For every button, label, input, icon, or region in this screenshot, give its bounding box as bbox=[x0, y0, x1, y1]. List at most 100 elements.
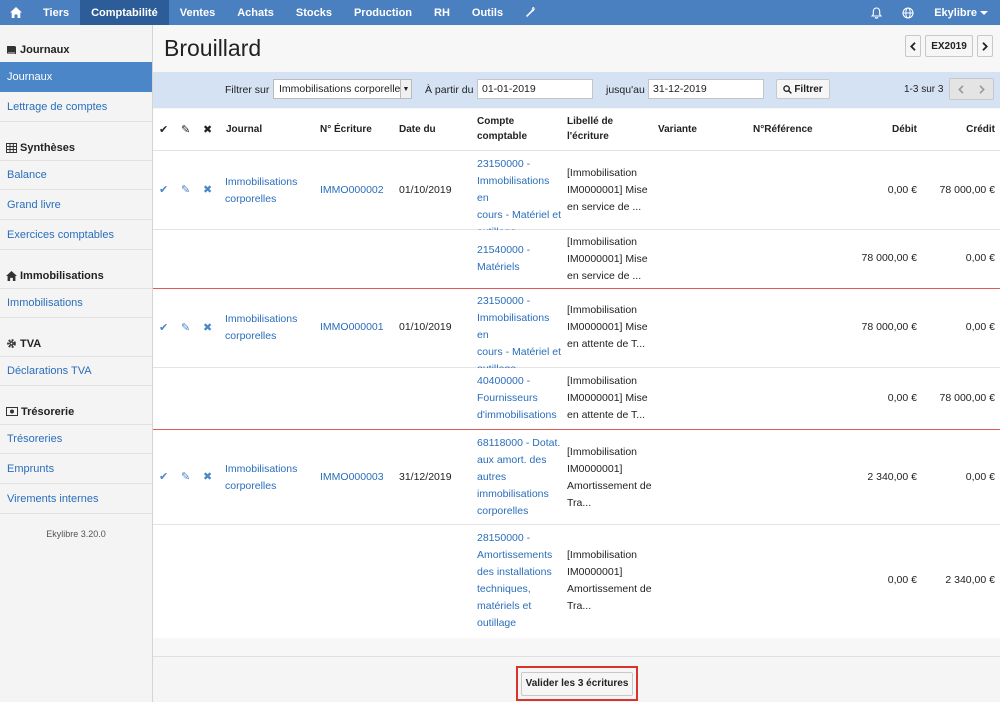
credit-value: 78 000,00 € bbox=[939, 184, 995, 196]
filter-label: Filtrer sur bbox=[225, 84, 270, 96]
col-compte: Compte comptable bbox=[477, 116, 528, 142]
sidebar-item-virements[interactable]: Virements internes bbox=[0, 484, 152, 514]
wrench-icon bbox=[526, 7, 536, 17]
home-button[interactable] bbox=[0, 0, 32, 25]
language-button[interactable] bbox=[892, 0, 924, 25]
entry-number-link[interactable]: IMMO000002 bbox=[320, 182, 384, 199]
to-date-input[interactable]: 31-12-2019 bbox=[648, 79, 764, 99]
from-date-input[interactable]: 01-01-2019 bbox=[477, 79, 593, 99]
result-count: 1-3 sur 3 bbox=[904, 84, 944, 95]
entry-date: 01/10/2019 bbox=[399, 184, 452, 196]
sidebar-item-emprunts[interactable]: Emprunts bbox=[0, 454, 152, 484]
from-label: À partir du bbox=[425, 84, 474, 96]
bottom-action-bar: Valider les 3 écritures bbox=[153, 656, 1000, 702]
nav-rh[interactable]: RH bbox=[423, 0, 461, 25]
close-header-icon: ✖ bbox=[203, 124, 213, 136]
nav-tiers[interactable]: Tiers bbox=[32, 0, 80, 25]
nav-comptabilite[interactable]: Comptabilité bbox=[80, 0, 169, 25]
col-credit: Crédit bbox=[966, 124, 995, 135]
nav-production[interactable]: Production bbox=[343, 0, 423, 25]
settings-button[interactable] bbox=[514, 0, 547, 25]
account-link[interactable]: 28150000 - Amortissements des installation… bbox=[477, 530, 563, 632]
table-row: ✔ ✎ ✖ Immobilisations corporelles IMMO000… bbox=[153, 430, 1000, 525]
validate-entry-icon[interactable]: ✔ bbox=[159, 182, 168, 199]
nav-ventes[interactable]: Ventes bbox=[169, 0, 226, 25]
entry-date: 01/10/2019 bbox=[399, 321, 452, 333]
account-link[interactable]: 40400000 - Fournisseurs d'immobilisations bbox=[477, 373, 563, 424]
col-journal: Journal bbox=[226, 124, 263, 135]
nav-outils[interactable]: Outils bbox=[461, 0, 514, 25]
account-link[interactable]: 21540000 - Matériels bbox=[477, 242, 563, 276]
sidebar-item-lettrage[interactable]: Lettrage de comptes bbox=[0, 92, 152, 122]
chevron-left-icon bbox=[957, 84, 964, 94]
validate-entry-icon[interactable]: ✔ bbox=[159, 469, 168, 486]
nav-achats[interactable]: Achats bbox=[226, 0, 285, 25]
next-page-button[interactable] bbox=[972, 79, 994, 99]
sidebar-item-journaux[interactable]: Journaux bbox=[0, 62, 152, 92]
debit-value: 0,00 € bbox=[887, 574, 917, 586]
next-exercise-button[interactable] bbox=[977, 35, 993, 57]
credit-value: 0,00 € bbox=[965, 471, 995, 483]
sidebar-item-declarations-tva[interactable]: Déclarations TVA bbox=[0, 356, 152, 386]
filter-button-label: Filtrer bbox=[794, 83, 823, 95]
check-all-icon[interactable]: ✔ bbox=[159, 122, 168, 139]
previous-page-button[interactable] bbox=[950, 79, 972, 99]
chevron-right-icon bbox=[982, 41, 988, 51]
debit-value: 0,00 € bbox=[887, 184, 917, 196]
sidebar-section-tresorerie: Trésorerie bbox=[0, 399, 152, 424]
page-title: Brouillard bbox=[164, 35, 262, 61]
exercise-button[interactable]: EX2019 bbox=[925, 35, 973, 57]
app-version: Ekylibre 3.20.0 bbox=[46, 529, 106, 539]
edit-entry-icon[interactable]: ✎ bbox=[181, 182, 190, 199]
money-icon bbox=[6, 407, 18, 416]
journal-link[interactable]: Immobilisations corporelles bbox=[225, 174, 315, 208]
sidebar-item-exercices[interactable]: Exercices comptables bbox=[0, 220, 152, 250]
book-icon bbox=[7, 45, 16, 54]
caret-down-icon bbox=[980, 10, 988, 15]
sidebar-item-tresoreries[interactable]: Trésoreries bbox=[0, 424, 152, 454]
journal-link[interactable]: Immobilisations corporelles bbox=[225, 311, 315, 345]
notifications-button[interactable] bbox=[861, 0, 892, 25]
col-reference: N°Référence bbox=[753, 124, 813, 135]
journal-select[interactable]: Immobilisations corporelles ▼ bbox=[273, 79, 412, 99]
delete-entry-icon[interactable]: ✖ bbox=[203, 320, 212, 337]
col-date: Date du bbox=[399, 124, 436, 135]
entry-label: [Immobilisation IM0000001] Mise en service… bbox=[567, 167, 648, 213]
validate-entries-button[interactable]: Valider les 3 écritures bbox=[521, 671, 633, 696]
gear-icon bbox=[7, 339, 16, 348]
table-row: 40400000 - Fournisseurs d'immobilisations … bbox=[153, 368, 1000, 430]
entries-table: ✔ ✎ ✖ Journal N° Écriture Date du Compte… bbox=[153, 109, 1000, 638]
debit-value: 78 000,00 € bbox=[861, 321, 917, 333]
home-icon bbox=[10, 7, 22, 18]
user-name: Ekylibre bbox=[934, 6, 977, 19]
bell-icon bbox=[871, 6, 883, 19]
journal-select-value: Immobilisations corporelles bbox=[279, 83, 406, 95]
nav-stocks[interactable]: Stocks bbox=[285, 0, 343, 25]
journal-link[interactable]: Immobilisations corporelles bbox=[225, 461, 315, 495]
sidebar-section-syntheses: Synthèses bbox=[0, 135, 152, 160]
sidebar-item-balance[interactable]: Balance bbox=[0, 160, 152, 190]
entry-label: [Immobilisation IM0000001] Amortissement d… bbox=[567, 549, 652, 612]
sidebar-item-immobilisations[interactable]: Immobilisations bbox=[0, 288, 152, 318]
delete-entry-icon[interactable]: ✖ bbox=[203, 182, 212, 199]
account-link[interactable]: 23150000 - Immobilisations en cours - Maté… bbox=[477, 156, 563, 241]
entry-number-link[interactable]: IMMO000003 bbox=[320, 469, 384, 486]
edit-entry-icon[interactable]: ✎ bbox=[181, 469, 190, 486]
previous-exercise-button[interactable] bbox=[905, 35, 921, 57]
account-link[interactable]: 68118000 - Dotat. aux amort. des autres imm… bbox=[477, 435, 567, 520]
filter-button[interactable]: Filtrer bbox=[776, 79, 830, 99]
entry-number-link[interactable]: IMMO000001 bbox=[320, 319, 384, 336]
debit-value: 0,00 € bbox=[887, 392, 917, 404]
home-icon bbox=[6, 270, 17, 281]
validate-entry-icon[interactable]: ✔ bbox=[159, 320, 168, 337]
sidebar-section-tva: TVA bbox=[0, 331, 152, 356]
chevron-right-icon bbox=[979, 84, 986, 94]
entry-label: [Immobilisation IM0000001] Amortissement d… bbox=[567, 446, 652, 509]
edit-entry-icon[interactable]: ✎ bbox=[181, 320, 190, 337]
col-debit: Débit bbox=[892, 124, 917, 135]
sidebar-item-grand-livre[interactable]: Grand livre bbox=[0, 190, 152, 220]
delete-entry-icon[interactable]: ✖ bbox=[203, 469, 212, 486]
filter-bar: Filtrer sur Immobilisations corporelles … bbox=[153, 72, 1000, 108]
account-link[interactable]: 23150000 - Immobilisations en cours - Maté… bbox=[477, 293, 563, 378]
user-menu[interactable]: Ekylibre bbox=[924, 0, 1000, 25]
